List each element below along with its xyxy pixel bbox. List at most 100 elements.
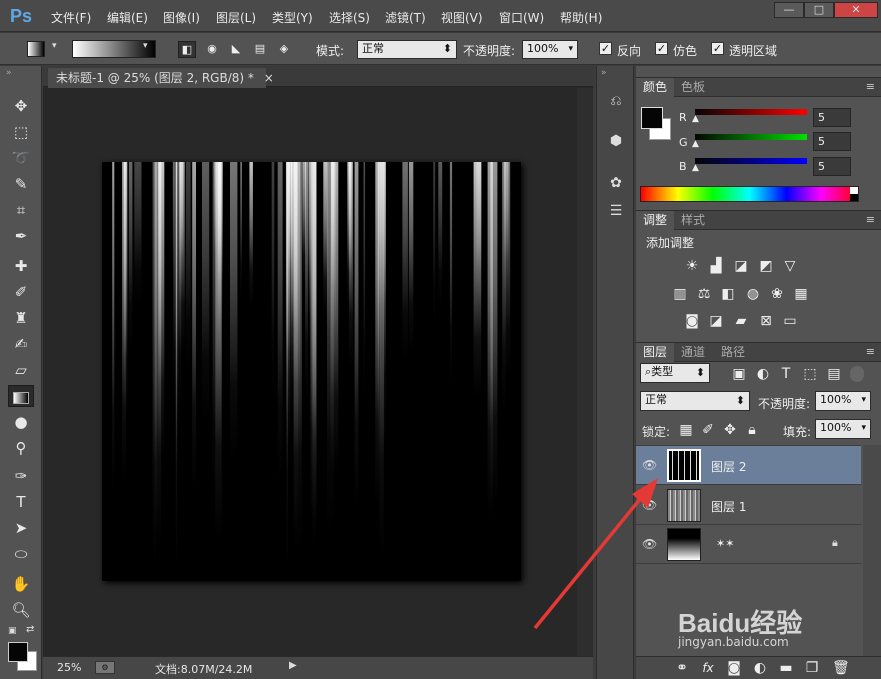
canvas[interactable]: [102, 162, 521, 581]
tab-channels[interactable]: 通道: [674, 343, 712, 362]
filter-adjustment-icon[interactable]: ◐: [755, 367, 771, 381]
dodge-tool-icon[interactable]: ⚲: [8, 437, 34, 459]
stamp-tool-icon[interactable]: ♜: [8, 307, 34, 329]
filter-pixel-icon[interactable]: ▣: [731, 367, 747, 381]
menu-image[interactable]: 图像(I): [163, 9, 200, 26]
layer-row-1[interactable]: 👁︎ 图层 1: [636, 486, 861, 525]
status-icon[interactable]: ⚙: [95, 661, 115, 674]
linear-gradient-icon[interactable]: ◧: [178, 41, 196, 58]
filter-type-icon[interactable]: T: [778, 367, 794, 381]
reflected-gradient-icon[interactable]: ▤: [251, 41, 269, 58]
dither-checkbox[interactable]: ✓: [655, 42, 668, 55]
zoom-tool-icon[interactable]: 🔍︎: [8, 599, 34, 621]
r-slider-handle-icon[interactable]: ▲: [692, 114, 699, 124]
type-tool-icon[interactable]: T: [8, 491, 34, 513]
color-fg-swatch[interactable]: [641, 107, 663, 129]
collapse-icon[interactable]: »: [601, 68, 607, 78]
vertical-scrollbar[interactable]: [577, 88, 593, 656]
b-slider[interactable]: [695, 158, 807, 164]
pen-tool-icon[interactable]: ✑: [8, 465, 34, 487]
layer-name[interactable]: 图层 1: [711, 498, 746, 515]
move-tool-icon[interactable]: ✥: [8, 95, 34, 117]
invert-icon[interactable]: ◙: [684, 314, 700, 328]
tab-layers[interactable]: 图层: [636, 343, 675, 362]
opacity-input[interactable]: 100% ▾: [522, 40, 578, 59]
g-slider-handle-icon[interactable]: ▲: [692, 139, 699, 149]
path-select-tool-icon[interactable]: ➤: [8, 517, 34, 539]
eye-icon[interactable]: 👁︎: [642, 537, 657, 551]
layer-filter-select[interactable]: ⌕类型 ⬍: [640, 363, 710, 383]
selective-color-icon[interactable]: ⊠: [758, 314, 774, 328]
zoom-level[interactable]: 25%: [57, 661, 81, 674]
filter-smart-object-icon[interactable]: ▤: [826, 367, 842, 381]
close-tab-icon[interactable]: ×: [264, 71, 274, 85]
filter-shape-icon[interactable]: ⬚: [802, 367, 818, 381]
healing-brush-tool-icon[interactable]: ✚: [8, 255, 34, 277]
quick-select-tool-icon[interactable]: ✎: [8, 173, 34, 195]
posterize-icon[interactable]: ◪: [708, 314, 724, 328]
angle-gradient-icon[interactable]: ◣: [227, 41, 245, 58]
marquee-tool-icon[interactable]: ⬚: [8, 121, 34, 143]
default-colors-icon[interactable]: ▣: [8, 626, 17, 636]
menu-help[interactable]: 帮助(H): [560, 9, 602, 26]
hue-saturation-icon[interactable]: ▥: [672, 287, 688, 301]
b-slider-handle-icon[interactable]: ▲: [692, 163, 699, 173]
layer-row-2[interactable]: 👁︎ 图层 2: [636, 446, 861, 485]
tab-adjustments[interactable]: 调整: [636, 211, 675, 230]
levels-icon[interactable]: ▟: [708, 259, 724, 273]
fx-icon[interactable]: fx: [700, 661, 716, 675]
adjustment-layer-icon[interactable]: ◐: [752, 661, 768, 675]
curves-icon[interactable]: ◪: [733, 259, 749, 273]
gradient-map-icon[interactable]: ▭: [782, 314, 798, 328]
document-tab[interactable]: 未标题-1 @ 25% (图层 2, RGB/8) * ×: [48, 68, 274, 88]
fill-input[interactable]: 100% ▾: [815, 419, 871, 439]
hand-tool-icon[interactable]: ✋: [8, 573, 34, 595]
new-layer-icon[interactable]: ❐: [804, 661, 820, 675]
layer-name[interactable]: 图层 2: [711, 458, 746, 475]
color-balance-icon[interactable]: ⚖: [696, 287, 712, 301]
collapse-icon[interactable]: »: [6, 68, 12, 78]
mode-select[interactable]: 正常 ⬍: [357, 40, 457, 59]
link-layers-icon[interactable]: ⚭: [674, 661, 690, 675]
new-group-icon[interactable]: ▬: [778, 661, 794, 675]
diamond-gradient-icon[interactable]: ◈: [275, 41, 293, 58]
menu-filter[interactable]: 滤镜(T): [385, 9, 426, 26]
eye-icon[interactable]: 👁︎: [642, 458, 657, 472]
minimize-button[interactable]: —: [774, 2, 804, 18]
menu-window[interactable]: 窗口(W): [499, 9, 544, 26]
status-menu-arrow-icon[interactable]: ▶: [289, 660, 297, 671]
lock-all-icon[interactable]: 🔒︎: [744, 423, 760, 437]
3d-panel-icon[interactable]: ⬢: [605, 130, 627, 152]
ellipse-tool-icon[interactable]: ⬭: [8, 543, 34, 565]
tab-paths[interactable]: 路径: [714, 343, 752, 362]
r-value[interactable]: 5: [813, 108, 851, 127]
delete-layer-icon[interactable]: 🗑︎: [832, 661, 850, 675]
channel-mixer-icon[interactable]: ❀: [769, 287, 785, 301]
menu-file[interactable]: 文件(F): [51, 9, 91, 26]
lock-pixels-icon[interactable]: ✐: [700, 423, 716, 437]
g-value[interactable]: 5: [813, 132, 851, 151]
brush-presets-icon[interactable]: ✿: [605, 172, 627, 194]
panel-menu-icon[interactable]: ≡: [866, 80, 875, 93]
filter-toggle[interactable]: [850, 366, 864, 382]
gradient-dropdown-icon[interactable]: ▾: [143, 41, 148, 51]
panel-menu-icon[interactable]: ≡: [866, 345, 875, 358]
brightness-icon[interactable]: ☀: [684, 259, 700, 273]
eye-icon[interactable]: 👁︎: [642, 498, 657, 512]
lasso-tool-icon[interactable]: ➰: [8, 147, 34, 169]
foreground-color-swatch[interactable]: [8, 642, 28, 662]
tab-styles[interactable]: 样式: [674, 211, 712, 230]
properties-panel-icon[interactable]: ☰: [605, 200, 627, 222]
exposure-icon[interactable]: ◩: [758, 259, 774, 273]
threshold-icon[interactable]: ▰: [733, 314, 749, 328]
maximize-button[interactable]: □: [804, 2, 834, 18]
menu-edit[interactable]: 编辑(E): [107, 9, 148, 26]
color-spectrum[interactable]: [640, 186, 859, 202]
menu-type[interactable]: 类型(Y): [272, 9, 313, 26]
transparency-checkbox[interactable]: ✓: [711, 42, 724, 55]
layers-scrollbar[interactable]: [863, 445, 881, 656]
vibrance-icon[interactable]: ▽: [782, 259, 798, 273]
gradient-tool-icon[interactable]: [8, 385, 34, 407]
blend-mode-select[interactable]: 正常 ⬍: [640, 391, 750, 411]
swap-colors-icon[interactable]: ⇄: [26, 624, 34, 635]
